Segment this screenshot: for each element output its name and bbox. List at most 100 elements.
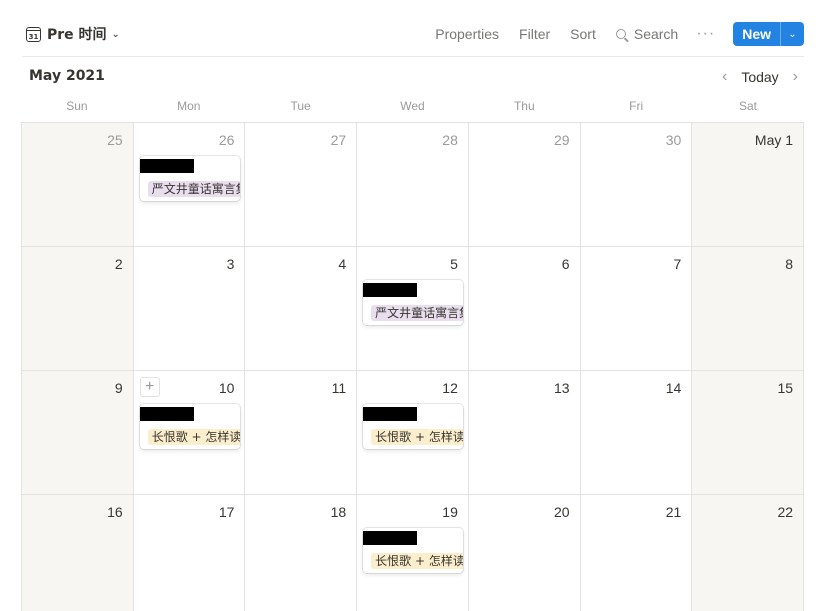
event-tag: 长恨歌 + 怎样读书 (371, 429, 464, 445)
calendar-day-cell[interactable]: 17 (133, 495, 246, 611)
chevron-down-icon: ⌄ (111, 28, 120, 40)
calendar-day-cell[interactable]: 2 (22, 247, 134, 371)
calendar-day-cell[interactable]: 13 (468, 371, 581, 495)
calendar-day-cell[interactable]: 20 (468, 495, 581, 611)
day-number: 26 (218, 132, 235, 148)
calendar-day-cell[interactable]: 8 (692, 247, 805, 371)
day-number: 13 (554, 380, 570, 396)
calendar-day-cell[interactable]: 27 (245, 123, 358, 247)
redacted-event-title (139, 159, 194, 173)
event-card[interactable]: 长恨歌 + 怎样读书 (363, 528, 464, 573)
day-number: 7 (673, 256, 682, 272)
toolbar: 31 Pre 时间 ⌄ Properties Filter Sort Searc… (0, 0, 828, 57)
weekday-label: Mon (177, 99, 201, 113)
day-number: 19 (442, 504, 458, 520)
weekday-header: Sun Mon Tue Wed Thu Fri Sat (21, 99, 804, 113)
calendar-day-cell[interactable]: 14 (580, 371, 693, 495)
weekday-label: Sun (66, 99, 88, 113)
day-number: 25 (107, 132, 123, 148)
day-number: May 1 (754, 132, 794, 148)
event-card[interactable]: 长恨歌 + 怎样读书 (139, 404, 240, 449)
event-card[interactable]: 严文井童话寓言集 (139, 156, 240, 201)
calendar-day-cell[interactable]: 11 (245, 371, 358, 495)
redacted-event-title (139, 407, 194, 421)
search-icon (615, 29, 626, 39)
day-number: 8 (785, 256, 794, 272)
calendar-day-cell[interactable]: 16 (22, 495, 134, 611)
filter-button[interactable]: Filter (519, 26, 550, 42)
calendar-day-cell[interactable]: +10 长恨歌 + 怎样读书 (133, 371, 246, 495)
calendar-day-cell[interactable]: 19 长恨歌 + 怎样读书 (357, 495, 469, 611)
calendar-day-cell[interactable]: 30 (580, 123, 693, 247)
calendar-day-cell[interactable]: 29 (468, 123, 581, 247)
calendar-week: 16 17 18 19 长恨歌 + 怎样读书 20 21 22 (22, 495, 805, 611)
calendar-day-cell[interactable]: 5 严文井童话寓言集 (357, 247, 469, 371)
month-navigation: ‹ Today › (722, 67, 798, 87)
redacted-event-title (363, 531, 418, 545)
calendar-week: 9 +10 长恨歌 + 怎样读书 11 12 长恨歌 + 怎样读书 13 14 15 (22, 371, 805, 495)
day-number: 12 (442, 380, 458, 396)
weekday-label: Thu (513, 99, 535, 113)
new-button-group: New ⌄ (733, 22, 804, 46)
calendar-day-cell[interactable]: 18 (245, 495, 358, 611)
day-number: 21 (665, 504, 682, 520)
event-tag: 长恨歌 + 怎样读书 (371, 553, 464, 569)
search-label: Search (633, 26, 679, 42)
calendar-day-cell[interactable]: 22 (692, 495, 805, 611)
calendar-day-cell[interactable]: 4 (245, 247, 358, 371)
calendar-day-cell[interactable]: 15 (692, 371, 805, 495)
day-number: 15 (777, 380, 794, 396)
add-event-plus-icon[interactable]: + (139, 377, 160, 397)
new-button[interactable]: New (733, 22, 780, 46)
calendar-day-cell[interactable]: 12 长恨歌 + 怎样读书 (357, 371, 469, 495)
day-number: 11 (331, 380, 347, 396)
day-number: 22 (777, 504, 794, 520)
properties-button[interactable]: Properties (435, 26, 499, 42)
next-month-icon[interactable]: › (793, 68, 798, 86)
day-number: 4 (338, 256, 347, 272)
calendar-grid: 25 26 严文井童话寓言集 27 28 29 30 May 1 2 3 4 5 严文井童话寓言集 6 7 8… (21, 122, 805, 611)
weekday-label: Sat (738, 99, 757, 113)
day-number: 3 (226, 256, 235, 272)
day-number: 5 (450, 256, 458, 272)
event-tag: 严文井童话寓言集 (371, 305, 464, 321)
day-number: 16 (107, 504, 123, 520)
event-tag: 长恨歌 + 怎样读书 (147, 429, 240, 445)
today-button[interactable]: Today (741, 69, 778, 85)
calendar-day-cell[interactable]: 26 严文井童话寓言集 (133, 123, 246, 247)
day-number: 28 (442, 132, 458, 148)
calendar-day-cell[interactable]: May 1 (692, 123, 805, 247)
search-button[interactable]: Search (615, 26, 679, 42)
calendar-week: 2 3 4 5 严文井童话寓言集 6 7 8 (22, 247, 805, 371)
previous-month-icon[interactable]: ‹ (722, 68, 727, 86)
calendar-day-cell[interactable]: 28 (357, 123, 469, 247)
new-dropdown-chevron-icon[interactable]: ⌄ (780, 22, 804, 46)
day-number: 14 (665, 380, 682, 396)
redacted-event-title (363, 407, 418, 421)
calendar-day-cell[interactable]: 25 (22, 123, 134, 247)
calendar-day-cell[interactable]: 21 (580, 495, 693, 611)
day-number: 29 (554, 132, 570, 148)
toolbar-actions: Properties Filter Sort Search ··· New ⌄ (435, 22, 804, 46)
day-number: 2 (114, 256, 123, 272)
month-title: May 2021 (29, 68, 105, 84)
event-card[interactable]: 严文井童话寓言集 (363, 280, 464, 325)
day-number: 10 (218, 380, 235, 396)
toolbar-divider (22, 56, 804, 57)
day-number: 18 (330, 504, 347, 520)
day-number: 6 (561, 256, 570, 272)
view-switcher[interactable]: 31 Pre 时间 ⌄ (26, 23, 120, 45)
day-number: 30 (665, 132, 682, 148)
calendar-day-cell[interactable]: 6 (468, 247, 581, 371)
calendar-day-cell[interactable]: 3 (133, 247, 246, 371)
view-name: Pre 时间 (47, 27, 107, 43)
event-tag: 严文井童话寓言集 (147, 181, 240, 197)
event-card[interactable]: 长恨歌 + 怎样读书 (363, 404, 464, 449)
more-options-icon[interactable]: ··· (696, 25, 715, 43)
calendar-day-cell[interactable]: 9 (22, 371, 134, 495)
calendar-day-cell[interactable]: 7 (580, 247, 693, 371)
calendar-week: 25 26 严文井童话寓言集 27 28 29 30 May 1 (22, 123, 805, 247)
day-number: 27 (330, 132, 347, 148)
weekday-label: Fri (629, 99, 644, 113)
sort-button[interactable]: Sort (570, 26, 596, 42)
